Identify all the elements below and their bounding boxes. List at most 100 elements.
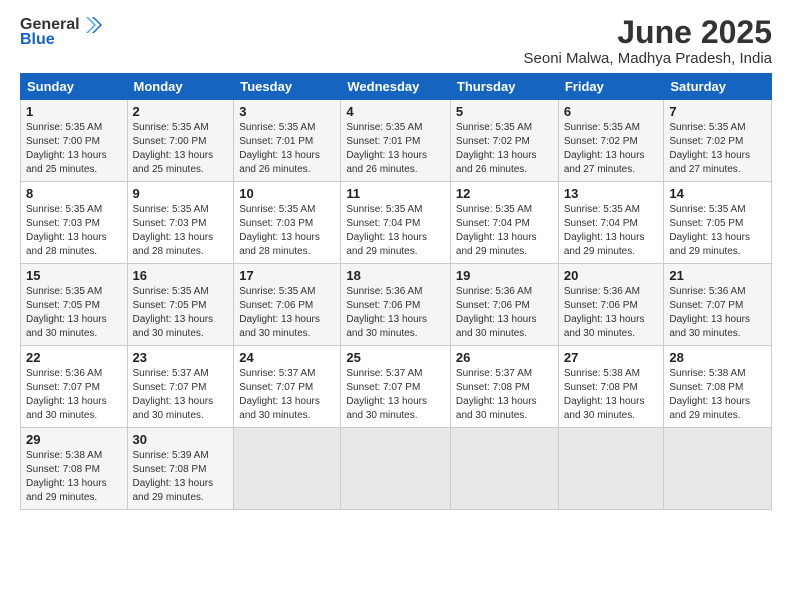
- day-info: Sunrise: 5:35 AMSunset: 7:00 PMDaylight:…: [133, 121, 229, 177]
- calendar-cell: 21 Sunrise: 5:36 AMSunset: 7:07 PMDayligh…: [664, 264, 772, 346]
- day-info: Sunrise: 5:37 AMSunset: 7:07 PMDaylight:…: [133, 367, 229, 423]
- calendar-cell: 11 Sunrise: 5:35 AMSunset: 7:04 PMDayligh…: [341, 182, 451, 264]
- calendar-cell: 10 Sunrise: 5:35 AMSunset: 7:03 PMDayligh…: [234, 182, 341, 264]
- day-info: Sunrise: 5:35 AMSunset: 7:03 PMDaylight:…: [133, 203, 229, 259]
- day-number: 11: [346, 186, 445, 201]
- calendar-cell: 9 Sunrise: 5:35 AMSunset: 7:03 PMDaylight…: [127, 182, 234, 264]
- calendar-cell: 20 Sunrise: 5:36 AMSunset: 7:06 PMDayligh…: [558, 264, 664, 346]
- day-info: Sunrise: 5:36 AMSunset: 7:06 PMDaylight:…: [456, 285, 553, 341]
- logo-blue: Blue: [20, 31, 55, 49]
- day-info: Sunrise: 5:39 AMSunset: 7:08 PMDaylight:…: [133, 449, 229, 505]
- day-info: Sunrise: 5:35 AMSunset: 7:02 PMDaylight:…: [669, 121, 766, 177]
- day-info: Sunrise: 5:35 AMSunset: 7:05 PMDaylight:…: [669, 203, 766, 259]
- calendar-cell: 23 Sunrise: 5:37 AMSunset: 7:07 PMDayligh…: [127, 346, 234, 428]
- day-info: Sunrise: 5:35 AMSunset: 7:02 PMDaylight:…: [564, 121, 659, 177]
- day-number: 12: [456, 186, 553, 201]
- calendar-cell: 12 Sunrise: 5:35 AMSunset: 7:04 PMDayligh…: [450, 182, 558, 264]
- calendar-cell: 4Sunrise: 5:35 AMSunset: 7:01 PMDaylight…: [341, 100, 451, 182]
- day-number: 7: [669, 104, 766, 119]
- calendar-cell: 26 Sunrise: 5:37 AMSunset: 7:08 PMDayligh…: [450, 346, 558, 428]
- week-row-3: 15Sunrise: 5:35 AMSunset: 7:05 PMDayligh…: [21, 264, 772, 346]
- page: General Blue June 2025 Seoni Malwa, Madh…: [0, 0, 792, 612]
- day-info: Sunrise: 5:38 AMSunset: 7:08 PMDaylight:…: [669, 367, 766, 423]
- day-number: 26: [456, 350, 553, 365]
- week-row-2: 8 Sunrise: 5:35 AMSunset: 7:03 PMDaylight…: [21, 182, 772, 264]
- day-number: 8: [26, 186, 122, 201]
- header-sunday: Sunday: [21, 74, 128, 100]
- day-number: 6: [564, 104, 659, 119]
- day-info: Sunrise: 5:35 AMSunset: 7:04 PMDaylight:…: [564, 203, 659, 259]
- week-row-1: 1 Sunrise: 5:35 AMSunset: 7:00 PMDaylight…: [21, 100, 772, 182]
- calendar-cell: [664, 428, 772, 510]
- calendar-cell: 6 Sunrise: 5:35 AMSunset: 7:02 PMDaylight…: [558, 100, 664, 182]
- calendar-cell: 7 Sunrise: 5:35 AMSunset: 7:02 PMDaylight…: [664, 100, 772, 182]
- calendar-cell: [341, 428, 451, 510]
- day-number: 23: [133, 350, 229, 365]
- location-title: Seoni Malwa, Madhya Pradesh, India: [524, 50, 772, 67]
- day-number: 16: [133, 268, 229, 283]
- day-number: 4: [346, 104, 445, 119]
- calendar-header-row: SundayMondayTuesdayWednesdayThursdayFrid…: [21, 74, 772, 100]
- day-number: 28: [669, 350, 766, 365]
- header-monday: Monday: [127, 74, 234, 100]
- calendar-cell: 19Sunrise: 5:36 AMSunset: 7:06 PMDayligh…: [450, 264, 558, 346]
- week-row-5: 29 Sunrise: 5:38 AMSunset: 7:08 PMDayligh…: [21, 428, 772, 510]
- day-info: Sunrise: 5:36 AMSunset: 7:07 PMDaylight:…: [669, 285, 766, 341]
- calendar-cell: 29 Sunrise: 5:38 AMSunset: 7:08 PMDayligh…: [21, 428, 128, 510]
- day-info: Sunrise: 5:35 AMSunset: 7:04 PMDaylight:…: [456, 203, 553, 259]
- day-info: Sunrise: 5:36 AMSunset: 7:07 PMDaylight:…: [26, 367, 122, 423]
- day-number: 22: [26, 350, 122, 365]
- calendar-cell: 13Sunrise: 5:35 AMSunset: 7:04 PMDayligh…: [558, 182, 664, 264]
- logo-icon: [82, 15, 102, 35]
- day-info: Sunrise: 5:35 AMSunset: 7:02 PMDaylight:…: [456, 121, 553, 177]
- calendar-cell: [558, 428, 664, 510]
- calendar-cell: 27 Sunrise: 5:38 AMSunset: 7:08 PMDayligh…: [558, 346, 664, 428]
- day-number: 17: [239, 268, 335, 283]
- calendar-cell: 8Sunrise: 5:35 AMSunset: 7:03 PMDaylight…: [21, 182, 128, 264]
- day-info: Sunrise: 5:35 AMSunset: 7:03 PMDaylight:…: [239, 203, 335, 259]
- day-number: 18: [346, 268, 445, 283]
- day-number: 29: [26, 432, 122, 447]
- day-number: 14: [669, 186, 766, 201]
- day-info: Sunrise: 5:36 AMSunset: 7:06 PMDaylight:…: [564, 285, 659, 341]
- day-info: Sunrise: 5:35 AMSunset: 7:05 PMDaylight:…: [26, 285, 122, 341]
- calendar-cell: 22 Sunrise: 5:36 AMSunset: 7:07 PMDayligh…: [21, 346, 128, 428]
- day-number: 20: [564, 268, 659, 283]
- header-tuesday: Tuesday: [234, 74, 341, 100]
- calendar-cell: 28 Sunrise: 5:38 AMSunset: 7:08 PMDayligh…: [664, 346, 772, 428]
- day-info: Sunrise: 5:35 AMSunset: 7:04 PMDaylight:…: [346, 203, 445, 259]
- calendar-cell: 24 Sunrise: 5:37 AMSunset: 7:07 PMDayligh…: [234, 346, 341, 428]
- calendar-cell: [450, 428, 558, 510]
- day-number: 2: [133, 104, 229, 119]
- title-block: June 2025 Seoni Malwa, Madhya Pradesh, I…: [524, 15, 772, 67]
- day-info: Sunrise: 5:37 AMSunset: 7:08 PMDaylight:…: [456, 367, 553, 423]
- month-title: June 2025: [524, 15, 772, 50]
- day-number: 27: [564, 350, 659, 365]
- header: General Blue June 2025 Seoni Malwa, Madh…: [20, 15, 772, 67]
- day-number: 24: [239, 350, 335, 365]
- calendar-cell: 2 Sunrise: 5:35 AMSunset: 7:00 PMDaylight…: [127, 100, 234, 182]
- header-wednesday: Wednesday: [341, 74, 451, 100]
- day-info: Sunrise: 5:38 AMSunset: 7:08 PMDaylight:…: [26, 449, 122, 505]
- calendar-cell: 18 Sunrise: 5:36 AMSunset: 7:06 PMDayligh…: [341, 264, 451, 346]
- day-info: Sunrise: 5:35 AMSunset: 7:05 PMDaylight:…: [133, 285, 229, 341]
- calendar-cell: 15Sunrise: 5:35 AMSunset: 7:05 PMDayligh…: [21, 264, 128, 346]
- calendar-cell: 30 Sunrise: 5:39 AMSunset: 7:08 PMDayligh…: [127, 428, 234, 510]
- day-number: 1: [26, 104, 122, 119]
- calendar: SundayMondayTuesdayWednesdayThursdayFrid…: [20, 73, 772, 510]
- calendar-cell: 16 Sunrise: 5:35 AMSunset: 7:05 PMDayligh…: [127, 264, 234, 346]
- day-number: 21: [669, 268, 766, 283]
- day-info: Sunrise: 5:37 AMSunset: 7:07 PMDaylight:…: [346, 367, 445, 423]
- day-number: 5: [456, 104, 553, 119]
- calendar-cell: 5 Sunrise: 5:35 AMSunset: 7:02 PMDaylight…: [450, 100, 558, 182]
- day-number: 9: [133, 186, 229, 201]
- day-info: Sunrise: 5:38 AMSunset: 7:08 PMDaylight:…: [564, 367, 659, 423]
- day-info: Sunrise: 5:37 AMSunset: 7:07 PMDaylight:…: [239, 367, 335, 423]
- day-number: 3: [239, 104, 335, 119]
- day-info: Sunrise: 5:36 AMSunset: 7:06 PMDaylight:…: [346, 285, 445, 341]
- day-number: 10: [239, 186, 335, 201]
- day-info: Sunrise: 5:35 AMSunset: 7:00 PMDaylight:…: [26, 121, 122, 177]
- calendar-cell: 25Sunrise: 5:37 AMSunset: 7:07 PMDayligh…: [341, 346, 451, 428]
- calendar-cell: 17Sunrise: 5:35 AMSunset: 7:06 PMDayligh…: [234, 264, 341, 346]
- day-number: 30: [133, 432, 229, 447]
